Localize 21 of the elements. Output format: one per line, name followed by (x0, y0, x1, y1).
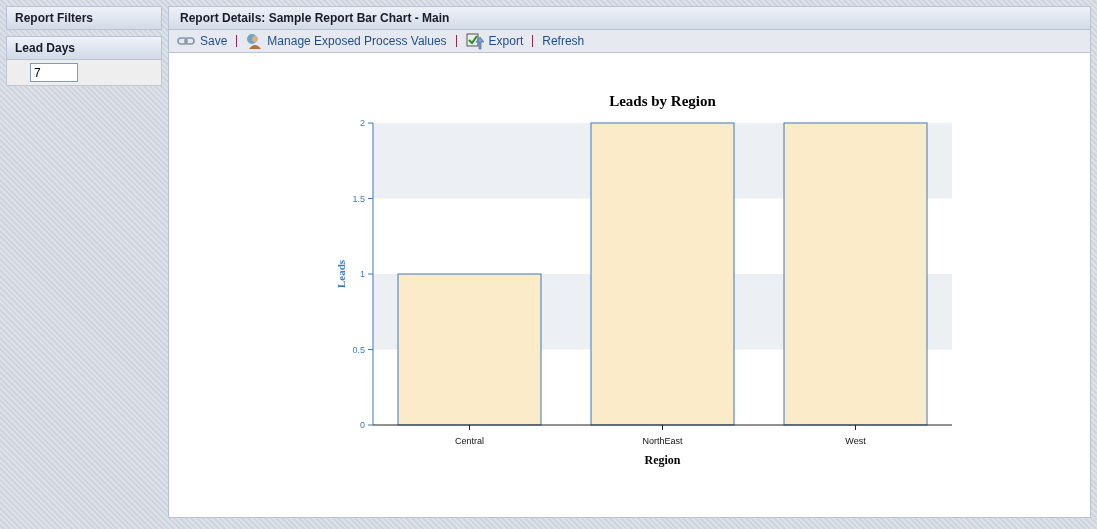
x-tick-label: NorthEast (642, 436, 683, 446)
y-axis-title: Leads (335, 259, 347, 289)
panel-header: Report Details: Sample Report Bar Chart - Main (169, 7, 1090, 30)
person-icon (246, 33, 263, 49)
x-tick-label: West (845, 436, 866, 446)
lead-days-field[interactable]: 7 (30, 63, 78, 82)
y-tick-label: 2 (360, 118, 365, 128)
y-tick-label: 0.5 (352, 344, 365, 355)
toolbar-button[interactable]: Refresh (542, 32, 585, 50)
y-tick-label: 1.5 (352, 193, 365, 204)
toolbar-button[interactable]: Save (177, 32, 228, 50)
toolbar-button[interactable]: Export (465, 32, 524, 50)
toolbar-button[interactable]: Manage Exposed Process Values (246, 32, 447, 50)
y-tick-label: 1 (360, 269, 365, 279)
chart-title: Leads by Region (609, 93, 716, 109)
x-tick-label: Central (455, 436, 484, 446)
y-tick-label: 0 (360, 420, 365, 430)
filter-label: Lead Days (6, 36, 162, 60)
sidebar-header: Report Filters (6, 6, 162, 30)
x-axis-title: Region (644, 453, 681, 467)
link-icon (177, 36, 195, 46)
